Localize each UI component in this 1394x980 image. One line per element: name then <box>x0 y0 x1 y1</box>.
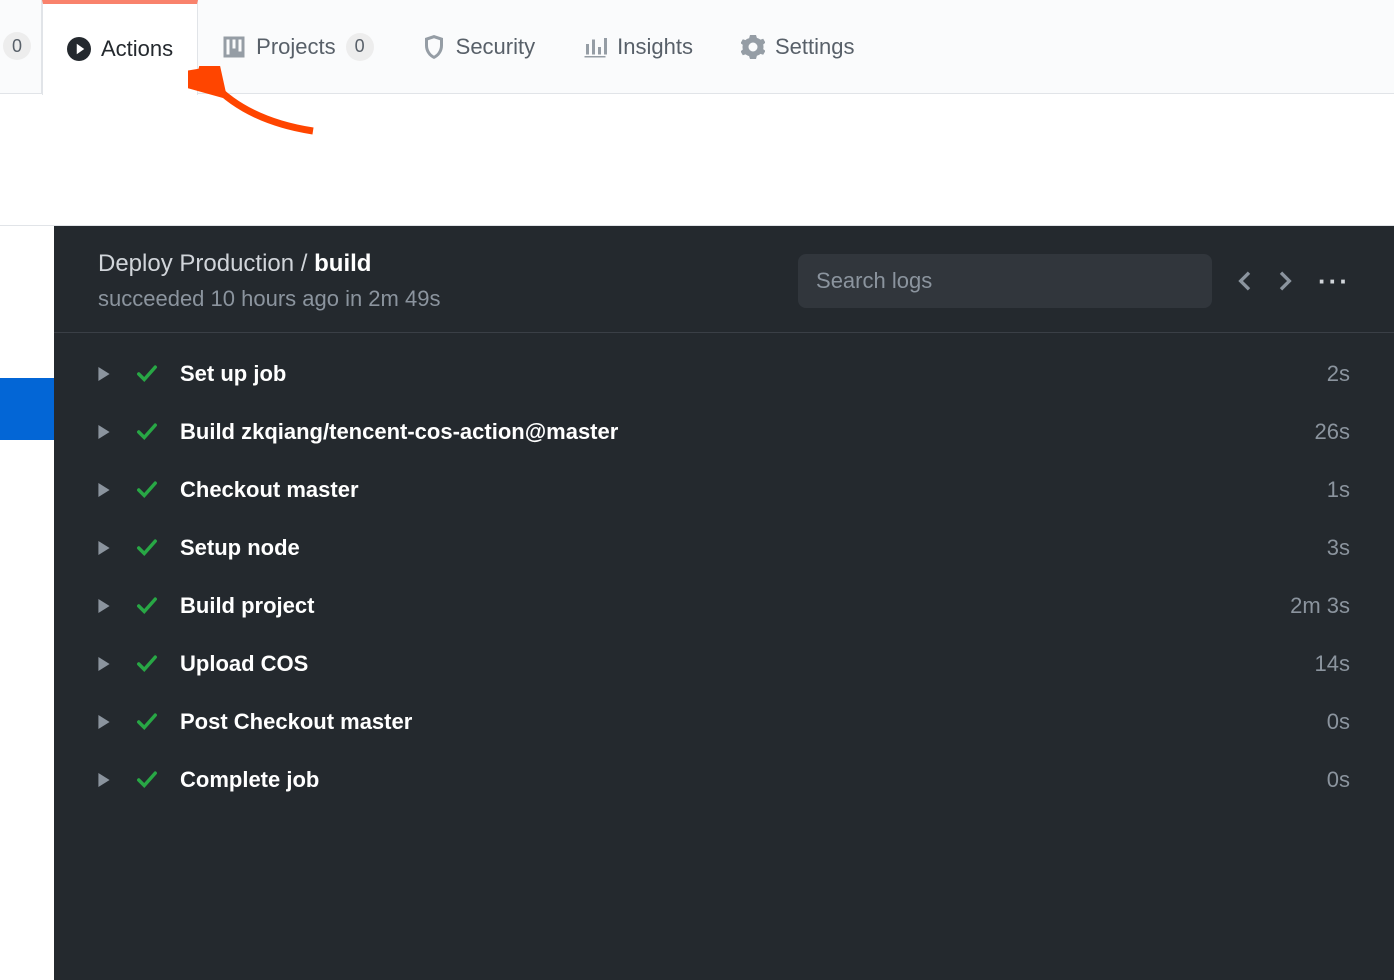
step-name: Upload COS <box>180 651 1315 677</box>
sidebar-active-indicator <box>0 378 54 440</box>
tab-label: Insights <box>617 34 693 60</box>
chevron-right-icon <box>98 541 118 555</box>
log-title-block: Deploy Production / build succeeded 10 h… <box>98 250 440 312</box>
step-duration: 3s <box>1327 535 1350 561</box>
step-name: Build zkqiang/tencent-cos-action@master <box>180 419 1315 445</box>
step-row[interactable]: Checkout master 1s <box>54 461 1394 519</box>
log-menu-button[interactable]: ··· <box>1318 266 1350 297</box>
step-duration: 2s <box>1327 361 1350 387</box>
header-spacer <box>0 94 1394 226</box>
check-icon <box>136 363 162 385</box>
sidebar-strip <box>0 226 54 980</box>
workflow-status-line: succeeded 10 hours ago in 2m 49s <box>98 286 440 312</box>
search-input[interactable] <box>798 254 1212 308</box>
step-duration: 1s <box>1327 477 1350 503</box>
prev-match-button[interactable] <box>1234 271 1254 291</box>
check-icon <box>136 769 162 791</box>
chevron-right-icon <box>98 773 118 787</box>
chevron-right-icon <box>98 483 118 497</box>
steps-list: Set up job 2s Build zkqiang/tencent-cos-… <box>54 333 1394 821</box>
tab-settings[interactable]: Settings <box>717 0 879 94</box>
check-icon <box>136 595 162 617</box>
chevron-right-icon <box>98 425 118 439</box>
tab-label: Settings <box>775 34 855 60</box>
step-name: Post Checkout master <box>180 709 1327 735</box>
step-row[interactable]: Post Checkout master 0s <box>54 693 1394 751</box>
projects-count-badge: 0 <box>346 33 374 61</box>
step-row[interactable]: Setup node 3s <box>54 519 1394 577</box>
step-duration: 2m 3s <box>1290 593 1350 619</box>
main-content: Deploy Production / build succeeded 10 h… <box>0 226 1394 980</box>
check-icon <box>136 479 162 501</box>
log-header: Deploy Production / build succeeded 10 h… <box>54 226 1394 333</box>
workflow-title: Deploy Production / build <box>98 250 440 278</box>
tab-security[interactable]: Security <box>398 0 559 94</box>
graph-icon <box>583 35 607 59</box>
repo-tabs: 0 Actions Projects 0 Security Insights S… <box>0 0 1394 94</box>
step-row[interactable]: Build zkqiang/tencent-cos-action@master … <box>54 403 1394 461</box>
chevron-right-icon <box>98 367 118 381</box>
step-name: Complete job <box>180 767 1327 793</box>
step-name: Set up job <box>180 361 1327 387</box>
check-icon <box>136 653 162 675</box>
check-icon <box>136 537 162 559</box>
step-row[interactable]: Complete job 0s <box>54 751 1394 809</box>
next-match-button[interactable] <box>1276 271 1296 291</box>
gear-icon <box>741 35 765 59</box>
chevron-right-icon <box>98 715 118 729</box>
log-controls: ··· <box>798 254 1350 308</box>
check-icon <box>136 421 162 443</box>
step-row[interactable]: Upload COS 14s <box>54 635 1394 693</box>
step-duration: 14s <box>1315 651 1350 677</box>
tab-label: Actions <box>101 36 173 62</box>
project-icon <box>222 35 246 59</box>
tab-label: Projects <box>256 34 335 60</box>
tab-actions[interactable]: Actions <box>42 0 198 95</box>
tab-label: Security <box>456 34 535 60</box>
check-icon <box>136 711 162 733</box>
step-duration: 26s <box>1315 419 1350 445</box>
badge-partial: 0 <box>3 32 31 60</box>
step-name: Setup node <box>180 535 1327 561</box>
title-job: build <box>314 250 371 277</box>
tab-projects[interactable]: Projects 0 <box>198 0 397 94</box>
step-name: Build project <box>180 593 1290 619</box>
play-icon <box>67 37 91 61</box>
tab-insights[interactable]: Insights <box>559 0 717 94</box>
chevron-right-icon <box>98 599 118 613</box>
step-row[interactable]: Build project 2m 3s <box>54 577 1394 635</box>
log-panel: Deploy Production / build succeeded 10 h… <box>54 226 1394 980</box>
title-prefix: Deploy Production / <box>98 250 314 277</box>
step-duration: 0s <box>1327 767 1350 793</box>
step-row[interactable]: Set up job 2s <box>54 345 1394 403</box>
step-name: Checkout master <box>180 477 1327 503</box>
chevron-right-icon <box>98 657 118 671</box>
shield-icon <box>422 35 446 59</box>
tab-partial-left: 0 <box>0 0 42 94</box>
step-duration: 0s <box>1327 709 1350 735</box>
